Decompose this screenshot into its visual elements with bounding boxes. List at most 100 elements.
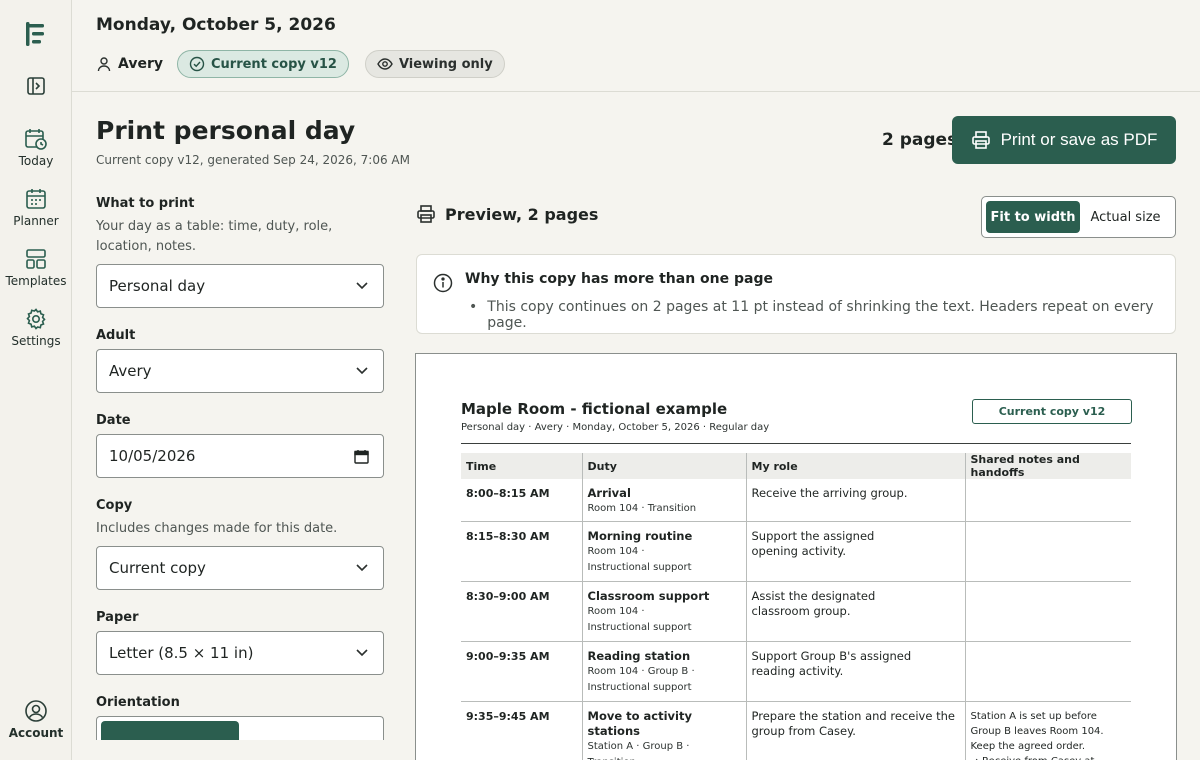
page-info-callout: Why this copy has more than one page • T… xyxy=(416,254,1176,334)
column-header-notes: Shared notes and handoffs xyxy=(965,453,1131,479)
date-value: 10/05/2026 xyxy=(109,447,196,465)
duty-name: Classroom support xyxy=(587,589,710,603)
fit-to-width-button[interactable]: Fit to width xyxy=(986,201,1080,233)
cell-notes xyxy=(965,521,1131,582)
chevron-down-icon xyxy=(356,367,368,375)
pages-count: 2 pages xyxy=(882,130,958,150)
chevron-down-icon xyxy=(356,564,368,572)
field-label: Paper xyxy=(96,610,139,625)
duty-meta: Room 104 · Transition xyxy=(587,503,697,514)
field-label: Adult xyxy=(96,328,136,343)
app-logo[interactable] xyxy=(0,20,72,48)
collapse-sidebar-button[interactable] xyxy=(0,76,72,96)
printer-icon xyxy=(971,131,990,149)
person-icon xyxy=(97,57,111,72)
calendar-picker-icon[interactable] xyxy=(354,449,369,464)
nav-item-today[interactable]: Today xyxy=(0,127,72,168)
field-what-to-print: What to print Your day as a table: time,… xyxy=(96,196,384,308)
actual-size-button[interactable]: Actual size xyxy=(1080,201,1171,233)
sheet-divider xyxy=(461,443,1131,444)
templates-icon xyxy=(26,249,46,269)
what-to-print-select[interactable]: Personal day xyxy=(96,264,384,308)
field-label: Copy xyxy=(96,498,133,513)
nav-label: Account xyxy=(8,726,64,740)
nav-item-account[interactable]: Account xyxy=(0,699,72,740)
sheet-title: Maple Room - fictional example xyxy=(461,400,728,418)
sheet-copy-badge: Current copy v12 xyxy=(972,399,1132,424)
zoom-toggle-group: Fit to width Actual size xyxy=(981,196,1176,238)
chip-label: Current copy v12 xyxy=(211,56,337,72)
select-value: Avery xyxy=(109,362,152,380)
page-title: Print personal day xyxy=(96,116,356,145)
field-help: Includes changes made for this date. xyxy=(96,521,338,536)
table-row: 8:15–8:30 AM Morning routine Room 104 · … xyxy=(461,521,1131,582)
nav-item-templates[interactable]: Templates xyxy=(0,247,72,288)
duty-meta: Station A · Group B · Transition xyxy=(587,741,690,760)
chevron-down-icon xyxy=(356,282,368,290)
duty-name: Reading station xyxy=(587,649,691,663)
nav-label: Templates xyxy=(5,274,67,288)
nav-label: Settings xyxy=(11,334,61,348)
nav-item-planner[interactable]: Planner xyxy=(0,187,72,228)
cell-notes: Station A is set up before Group B leave… xyxy=(965,701,1131,760)
gear-icon xyxy=(26,308,46,330)
cell-time: 8:30–9:00 AM xyxy=(461,581,583,642)
header-date: Monday, October 5, 2026 xyxy=(96,15,336,35)
field-label: Date xyxy=(96,413,131,428)
nav-label: Today xyxy=(18,154,54,168)
duty-name: Arrival xyxy=(587,486,631,500)
cell-role: Support the assigned opening activity. xyxy=(746,521,966,582)
left-rail: Today Planner Templates Settings Account xyxy=(0,0,72,760)
cell-role: Support Group B's assigned reading activ… xyxy=(746,641,966,702)
info-icon xyxy=(433,273,453,293)
column-header-duty: Duty xyxy=(582,453,747,479)
field-paper: Paper Letter (8.5 × 11 in) xyxy=(96,610,384,675)
date-input[interactable]: 10/05/2026 xyxy=(96,434,384,478)
print-button[interactable]: Print or save as PDF xyxy=(952,116,1176,164)
field-orientation: Orientation xyxy=(96,695,384,740)
cell-time: 9:00–9:35 AM xyxy=(461,641,583,702)
print-button-label: Print or save as PDF xyxy=(1000,130,1158,149)
nav-label: Planner xyxy=(13,214,59,228)
nav-item-settings[interactable]: Settings xyxy=(0,307,72,348)
cell-duty: Reading station Room 104 · Group B · Ins… xyxy=(582,641,747,702)
orientation-option-selected[interactable] xyxy=(101,721,239,740)
field-label: What to print xyxy=(96,196,195,211)
cell-notes xyxy=(965,581,1131,642)
duty-meta: Room 104 · Instructional support xyxy=(587,546,692,573)
paper-select[interactable]: Letter (8.5 × 11 in) xyxy=(96,631,384,675)
column-header-role: My role xyxy=(746,453,966,479)
orientation-toggle[interactable] xyxy=(96,716,384,740)
cell-notes xyxy=(965,641,1131,702)
cell-time: 8:15–8:30 AM xyxy=(461,521,583,582)
info-title: Why this copy has more than one page xyxy=(465,271,773,287)
bullet-dot: • xyxy=(469,299,478,315)
table-row: 9:00–9:35 AM Reading station Room 104 · … xyxy=(461,641,1131,702)
cell-time: 9:35–9:45 AM xyxy=(461,701,583,760)
schedule-table: Time Duty My role Shared notes and hando… xyxy=(461,453,1131,760)
cell-role: Receive the arriving group. xyxy=(746,479,966,522)
duty-name: Move to activity stations xyxy=(587,709,693,738)
field-adult: Adult Avery xyxy=(96,328,384,393)
user-name-text: Avery xyxy=(118,56,163,72)
cell-duty: Morning routine Room 104 · Instructional… xyxy=(582,521,747,582)
cell-notes xyxy=(965,479,1131,522)
column-header-time: Time xyxy=(461,453,583,479)
check-circle-icon xyxy=(189,56,205,72)
adult-select[interactable]: Avery xyxy=(96,349,384,393)
table-row: 8:30–9:00 AM Classroom support Room 104 … xyxy=(461,581,1131,642)
copy-version-chip: Current copy v12 xyxy=(177,50,349,78)
field-help: Your day as a table: time, duty, role, l… xyxy=(96,219,333,254)
print-options-form: What to print Your day as a table: time,… xyxy=(96,196,384,740)
chevron-down-icon xyxy=(356,649,368,657)
preview-title-text: Preview, 2 pages xyxy=(445,204,599,224)
table-header-row: Time Duty My role Shared notes and hando… xyxy=(461,453,1131,479)
eye-icon xyxy=(377,58,393,70)
cell-role: Assist the designated classroom group. xyxy=(746,581,966,642)
cell-duty: Arrival Room 104 · Transition xyxy=(582,479,747,522)
logo-icon xyxy=(26,22,44,46)
select-value: Current copy xyxy=(109,559,206,577)
table-row: 9:35–9:45 AM Move to activity stations S… xyxy=(461,701,1131,760)
copy-select[interactable]: Current copy xyxy=(96,546,384,590)
cell-duty: Classroom support Room 104 · Instruction… xyxy=(582,581,747,642)
